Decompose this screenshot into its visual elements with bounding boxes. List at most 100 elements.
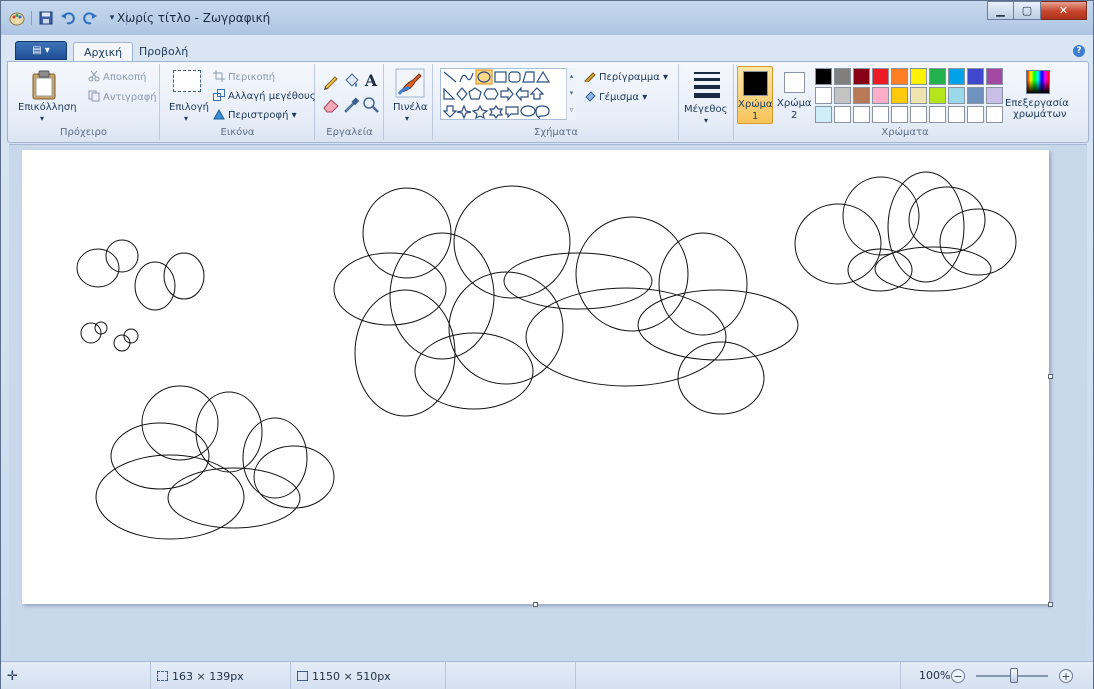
palette-swatch[interactable]	[967, 106, 984, 123]
palette-swatch[interactable]	[967, 87, 984, 104]
fill-button[interactable]: Γέμισμα ▾	[584, 90, 647, 103]
text-tool[interactable]: A	[362, 71, 380, 90]
canvas-workspace[interactable]	[9, 144, 1087, 658]
palette-swatch[interactable]	[929, 68, 946, 85]
save-icon[interactable]	[38, 10, 54, 26]
minimize-button[interactable]: ▁	[987, 1, 1014, 20]
canvas-resize-handle-right[interactable]	[1048, 374, 1053, 379]
scroll-down-icon[interactable]: ▾	[567, 85, 576, 102]
size-button[interactable]: Μέγεθος ▾	[684, 68, 730, 128]
status-empty-cell	[446, 662, 576, 689]
palette-swatch[interactable]	[986, 106, 1003, 123]
palette-swatch[interactable]	[872, 106, 889, 123]
select-dropdown-icon[interactable]: ▾	[184, 114, 188, 123]
fill-dropdown-icon[interactable]: ▾	[639, 92, 647, 103]
resize-button[interactable]: Αλλαγή μεγέθους	[213, 89, 316, 102]
maximize-button[interactable]: ▢	[1014, 1, 1041, 20]
copy-button[interactable]: Αντιγραφή	[88, 90, 157, 103]
palette-swatch[interactable]	[853, 68, 870, 85]
palette-swatch[interactable]	[834, 87, 851, 104]
fill-tool[interactable]	[342, 72, 360, 90]
drawn-ellipse	[794, 203, 882, 285]
palette-swatch[interactable]	[815, 68, 832, 85]
palette-swatch[interactable]	[986, 87, 1003, 104]
canvas-size-icon	[297, 671, 308, 681]
color2-button[interactable]: Χρώμα 2	[777, 66, 813, 124]
rotate-dropdown-icon[interactable]: ▾	[288, 110, 297, 121]
palette-swatch[interactable]	[910, 106, 927, 123]
paste-dropdown-icon[interactable]: ▾	[40, 114, 44, 123]
palette-swatch[interactable]	[910, 87, 927, 104]
close-button[interactable]: ✕	[1041, 1, 1087, 20]
outline-dropdown-icon[interactable]: ▾	[660, 72, 668, 83]
palette-swatch[interactable]	[853, 87, 870, 104]
resize-label: Αλλαγή μεγέθους	[228, 91, 316, 102]
palette-swatch[interactable]	[986, 68, 1003, 85]
palette-swatch[interactable]	[834, 106, 851, 123]
eraser-tool[interactable]	[322, 96, 340, 114]
palette-swatch[interactable]	[948, 87, 965, 104]
zoom-out-button[interactable]: −	[951, 669, 965, 683]
drawn-ellipse	[575, 216, 689, 332]
zoom-slider-thumb[interactable]	[1010, 668, 1018, 683]
drawn-ellipse	[134, 261, 176, 311]
magnifier-tool[interactable]	[362, 96, 380, 114]
group-shapes: ▴ ▾ ▿ Περίγραμμα ▾ Γέμισμα ▾ Σχήματα	[434, 64, 679, 140]
palette-swatch[interactable]	[891, 68, 908, 85]
edit-colors-button[interactable]: Επεξεργασία χρωμάτων	[1005, 66, 1073, 126]
palette-swatch[interactable]	[891, 87, 908, 104]
brushes-dropdown-icon[interactable]: ▾	[405, 114, 409, 123]
text-a-icon: A	[364, 71, 378, 90]
palette-swatch[interactable]	[948, 68, 965, 85]
outline-button[interactable]: Περίγραμμα ▾	[584, 70, 668, 84]
scroll-up-icon[interactable]: ▴	[567, 68, 576, 85]
palette-swatch[interactable]	[872, 87, 889, 104]
cut-button[interactable]: Αποκοπή	[88, 70, 146, 83]
selection-size-value: 163 × 139px	[172, 669, 244, 683]
palette-swatch[interactable]	[815, 106, 832, 123]
palette-swatch[interactable]	[929, 87, 946, 104]
paint-window: ▾ Χωρίς τίτλο - Ζωγραφική ▁ ▢ ✕ ▤ ▾ Αρχι…	[0, 0, 1094, 689]
canvas-resize-handle-corner[interactable]	[1048, 602, 1053, 607]
paint-app-icon[interactable]	[9, 10, 25, 26]
canvas-resize-handle-bottom[interactable]	[533, 602, 538, 607]
close-icon: ✕	[1058, 4, 1069, 17]
group-image: Επιλογή ▾ Περικοπή Αλλαγή μεγέθους Περισ…	[161, 64, 316, 140]
tab-home[interactable]: Αρχική	[73, 42, 134, 61]
resize-icon	[213, 89, 225, 101]
paste-button[interactable]: Επικόλληση ▾	[18, 68, 77, 124]
pencil-tool[interactable]	[322, 72, 340, 90]
palette-swatch[interactable]	[872, 68, 889, 85]
palette-swatch[interactable]	[815, 87, 832, 104]
rotate-button[interactable]: Περιστροφή ▾	[213, 108, 297, 121]
brushes-button[interactable]: Πινέλα ▾	[389, 66, 429, 126]
drawing-canvas[interactable]	[22, 150, 1049, 604]
undo-icon[interactable]	[60, 10, 76, 26]
crop-button[interactable]: Περικοπή	[213, 70, 275, 83]
rounded-rect-shape-icon	[508, 71, 521, 83]
palette-swatch[interactable]	[929, 106, 946, 123]
palette-swatch[interactable]	[910, 68, 927, 85]
cursor-position-cell: ✛	[1, 662, 151, 689]
tab-view[interactable]: Προβολή	[129, 42, 198, 61]
color-picker-tool[interactable]	[342, 96, 360, 114]
redo-icon[interactable]	[82, 10, 98, 26]
zoom-in-button[interactable]: +	[1059, 669, 1073, 683]
color1-button[interactable]: Χρώμα 1	[737, 66, 773, 124]
minimize-icon: ▁	[996, 4, 1005, 17]
shapes-scroll[interactable]: ▴ ▾ ▿	[566, 68, 576, 120]
status-bar: ✛ 163 × 139px 1150 × 510px 100% − +	[1, 661, 1093, 689]
scroll-more-icon[interactable]: ▿	[567, 102, 576, 119]
select-button[interactable]: Επιλογή ▾	[167, 68, 210, 126]
help-icon[interactable]: ?	[1073, 45, 1085, 57]
palette-swatch[interactable]	[834, 68, 851, 85]
group-clipboard: Επικόλληση ▾ Αποκοπή Αντιγραφή Πρόχειρο	[8, 64, 160, 140]
size-dropdown-icon[interactable]: ▾	[704, 116, 708, 125]
palette-swatch[interactable]	[948, 106, 965, 123]
palette-swatch[interactable]	[853, 106, 870, 123]
palette-swatch[interactable]	[891, 106, 908, 123]
paint-menu-button[interactable]: ▤ ▾	[15, 41, 67, 60]
line-shape-icon	[443, 71, 457, 83]
select-label: Επιλογή	[169, 102, 210, 113]
palette-swatch[interactable]	[967, 68, 984, 85]
